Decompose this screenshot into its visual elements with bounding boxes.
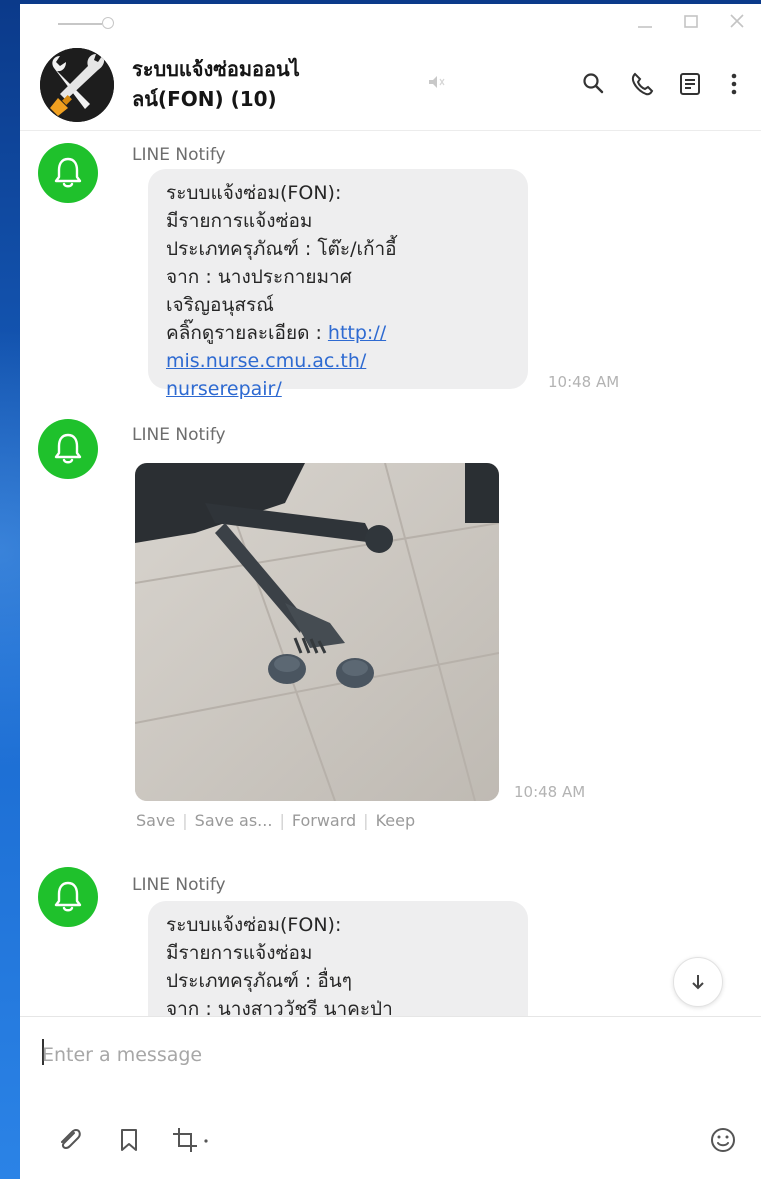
paperclip-icon[interactable] <box>54 1125 84 1155</box>
more-vertical-icon[interactable] <box>724 70 744 98</box>
message-list[interactable]: LINE Notify ระบบแจ้งซ่อม(FON): มีรายการแ… <box>20 131 761 1016</box>
scroll-to-bottom-button[interactable] <box>673 957 723 1007</box>
message-line: ประเภทครุภัณฑ์ : อื่นๆ <box>166 970 352 992</box>
bell-icon <box>54 881 82 912</box>
message-line: คลิ๊กดูรายละเอียด : http:// <box>166 319 516 347</box>
message-bubble[interactable]: ระบบแจ้งซ่อม(FON): มีรายการแจ้งซ่อม ประเ… <box>148 901 528 1016</box>
repair-link[interactable]: http:// <box>328 322 386 344</box>
save-as-link[interactable]: Save as... <box>195 811 273 830</box>
phone-icon[interactable] <box>628 70 656 98</box>
repair-link[interactable]: nurserepair/ <box>166 375 516 403</box>
chat-title: ระบบแจ้งซ่อมออนไ ลน์(FON) (10) <box>132 54 432 114</box>
bookmark-icon[interactable] <box>114 1125 144 1155</box>
tools-icon <box>40 48 114 122</box>
message-line: จาก : นางประกายมาศ <box>166 266 352 288</box>
group-avatar[interactable] <box>40 48 114 122</box>
line-notify-avatar[interactable] <box>38 419 98 479</box>
maximize-icon[interactable] <box>680 10 702 32</box>
message-time: 10:48 AM <box>514 783 586 801</box>
notes-icon[interactable] <box>676 70 704 98</box>
keep-link[interactable]: Keep <box>376 811 416 830</box>
window-titlebar <box>20 4 761 40</box>
message-input[interactable] <box>42 1035 702 1075</box>
pin-icon[interactable] <box>58 17 114 31</box>
message-time: 10:48 AM <box>548 373 620 391</box>
chat-title-line1: ระบบแจ้งซ่อมออนไ <box>132 57 300 81</box>
search-icon[interactable] <box>580 70 608 98</box>
chat-window: ระบบแจ้งซ่อมออนไ ลน์(FON) (10) LINE Noti… <box>20 4 761 1179</box>
volume-muted-icon <box>426 72 446 92</box>
close-icon[interactable] <box>726 10 748 32</box>
message-line: ประเภทครุภัณฑ์ : โต๊ะ/เก้าอี้ <box>166 238 397 260</box>
sender-name: LINE Notify <box>132 875 226 895</box>
message-line: จาก : นางสาววัชรี นาคะป่า <box>166 998 393 1016</box>
message-line: ระบบแจ้งซ่อม(FON): <box>166 914 342 936</box>
message-line: มีรายการแจ้งซ่อม <box>166 210 313 232</box>
line-notify-avatar[interactable] <box>38 143 98 203</box>
emoji-icon[interactable] <box>708 1125 738 1155</box>
chat-photo[interactable] <box>135 463 499 801</box>
bell-icon <box>54 157 82 188</box>
save-link[interactable]: Save <box>136 811 175 830</box>
forward-link[interactable]: Forward <box>292 811 356 830</box>
message-text: ระบบแจ้งซ่อม(FON): มีรายการแจ้งซ่อม ประเ… <box>166 911 516 1016</box>
message-line: เจริญอนุสรณ์ <box>166 294 274 316</box>
line-notify-avatar[interactable] <box>38 867 98 927</box>
chat-header: ระบบแจ้งซ่อมออนไ ลน์(FON) (10) <box>20 40 761 131</box>
minimize-icon[interactable] <box>634 10 656 32</box>
message-line: มีรายการแจ้งซ่อม <box>166 942 313 964</box>
chat-title-line2: ลน์(FON) (10) <box>132 87 277 111</box>
message-bubble[interactable]: ระบบแจ้งซ่อม(FON): มีรายการแจ้งซ่อม ประเ… <box>148 169 528 400</box>
crop-icon[interactable] <box>170 1125 214 1155</box>
message-line: ระบบแจ้งซ่อม(FON): <box>166 182 342 204</box>
detail-prefix: คลิ๊กดูรายละเอียด : <box>166 322 328 344</box>
photo-actions: Save | Save as... | Forward | Keep <box>136 811 416 830</box>
repair-link[interactable]: mis.nurse.cmu.ac.th/ <box>166 347 516 375</box>
bell-icon <box>54 433 82 464</box>
message-composer <box>20 1016 761 1179</box>
sender-name: LINE Notify <box>132 145 226 165</box>
message-text: ระบบแจ้งซ่อม(FON): มีรายการแจ้งซ่อม ประเ… <box>166 179 516 403</box>
arrow-down-icon <box>692 975 704 990</box>
sender-name: LINE Notify <box>132 425 226 445</box>
